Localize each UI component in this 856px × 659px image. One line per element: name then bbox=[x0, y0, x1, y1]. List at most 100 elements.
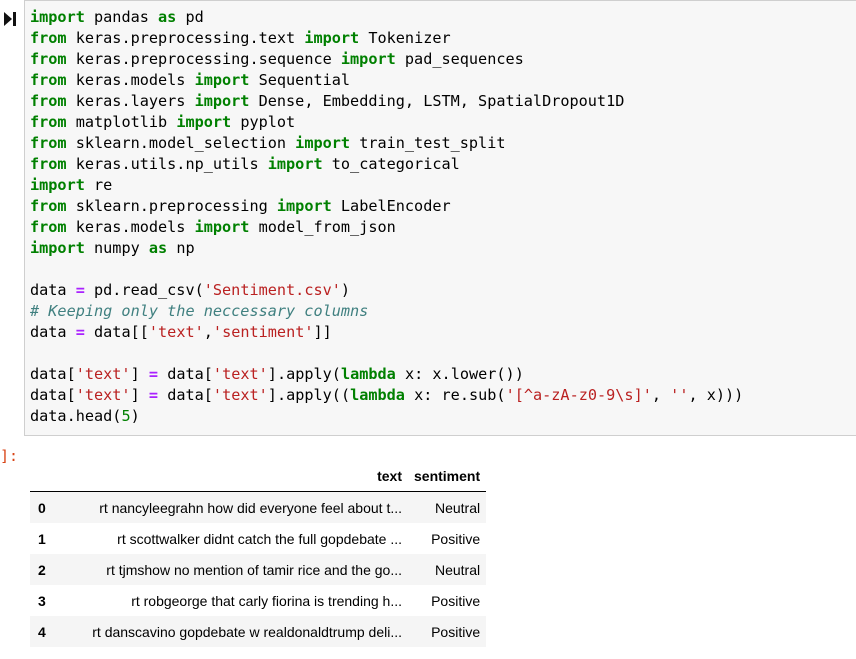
output-prompt: ]: bbox=[0, 447, 19, 465]
code-token: data[ bbox=[158, 386, 213, 404]
table-header-row: text sentiment bbox=[30, 461, 487, 492]
code-token: lambda bbox=[350, 386, 405, 404]
code-token: import bbox=[30, 176, 85, 194]
code-line: import re bbox=[30, 175, 856, 196]
code-cell[interactable]: import pandas as pd from keras.preprocess… bbox=[24, 0, 856, 436]
row-index: 2 bbox=[38, 561, 46, 578]
code-line: data.head(5) bbox=[30, 406, 856, 427]
code-token: = bbox=[148, 365, 159, 383]
code-token: data[ bbox=[30, 386, 76, 404]
code-token: matplotlib bbox=[66, 113, 177, 131]
code-token: as bbox=[158, 8, 177, 26]
code-token: re bbox=[84, 176, 113, 194]
code-line: from matplotlib import pyplot bbox=[30, 112, 856, 133]
code-editor[interactable]: import pandas as pd from keras.preprocess… bbox=[25, 1, 856, 427]
code-token: # Keeping only the neccessary columns bbox=[30, 302, 369, 320]
code-token: keras.layers bbox=[66, 92, 195, 110]
table-row: 0 rt nancyleegrahn how did everyone feel… bbox=[30, 491, 487, 523]
code-token: 'text' bbox=[75, 386, 131, 404]
code-token: '[^a-zA-z0-9\s]' bbox=[505, 386, 652, 404]
code-token: import bbox=[295, 134, 351, 152]
column-header-sentiment: sentiment bbox=[414, 468, 481, 484]
cell-text: rt tjmshow no mention of tamir rice and … bbox=[106, 561, 402, 578]
code-token: import bbox=[267, 155, 323, 173]
code-line: data['text'] = data['text'].apply(lambda… bbox=[30, 364, 856, 385]
code-line: from sklearn.preprocessing import LabelE… bbox=[30, 196, 856, 217]
code-token: pd.read_csv( bbox=[84, 281, 204, 299]
code-line: from keras.layers import Dense, Embeddin… bbox=[30, 91, 856, 112]
code-token: from bbox=[30, 113, 67, 131]
run-cell-button[interactable] bbox=[2, 10, 18, 28]
code-token: import bbox=[194, 71, 250, 89]
code-token: ]] bbox=[313, 323, 332, 341]
column-header-text: text bbox=[377, 468, 402, 484]
dataframe-output: text sentiment 0 rt nancyleegrahn how di… bbox=[30, 461, 487, 647]
index-header bbox=[30, 461, 66, 492]
code-token: data[[ bbox=[84, 323, 149, 341]
row-index: 4 bbox=[38, 623, 46, 640]
code-token: numpy bbox=[84, 239, 149, 257]
code-token: keras.preprocessing.sequence bbox=[66, 50, 341, 68]
code-token: 'text' bbox=[212, 386, 268, 404]
code-line: data = data[['text','sentiment']] bbox=[30, 322, 856, 343]
code-token: 'sentiment' bbox=[212, 323, 314, 341]
code-token: from bbox=[30, 218, 67, 236]
code-token: Sequential bbox=[249, 71, 351, 89]
run-cell-icon bbox=[4, 12, 16, 26]
code-token: np bbox=[167, 239, 195, 257]
code-line: from keras.utils.np_utils import to_cate… bbox=[30, 154, 856, 175]
table-row: 2 rt tjmshow no mention of tamir rice an… bbox=[30, 554, 487, 585]
code-token: ].apply(( bbox=[267, 386, 351, 404]
code-token: = bbox=[75, 323, 85, 341]
code-token: from bbox=[30, 197, 67, 215]
code-token: to_categorical bbox=[322, 155, 460, 173]
row-index: 1 bbox=[38, 530, 46, 547]
code-token: LabelEncoder bbox=[331, 197, 451, 215]
code-token: data bbox=[30, 281, 76, 299]
code-token: 'Sentiment.csv' bbox=[203, 281, 341, 299]
code-token: import bbox=[276, 197, 332, 215]
code-token: ) bbox=[340, 281, 351, 299]
cell-sentiment: Neutral bbox=[434, 561, 481, 578]
code-token: , bbox=[651, 386, 671, 404]
cell-text: rt nancyleegrahn how did everyone feel a… bbox=[99, 499, 402, 516]
cell-sentiment: Positive bbox=[431, 592, 481, 609]
code-token: train_test_split bbox=[350, 134, 506, 152]
code-token: sklearn.preprocessing bbox=[66, 197, 277, 215]
code-token: ) bbox=[130, 407, 140, 425]
code-token: model_from_json bbox=[249, 218, 396, 236]
code-token: keras.models bbox=[66, 71, 195, 89]
code-token: from bbox=[30, 50, 67, 68]
code-token: Tokenizer bbox=[359, 29, 451, 47]
code-line: # Keeping only the neccessary columns bbox=[30, 301, 856, 322]
cell-sentiment: Positive bbox=[431, 623, 481, 640]
code-line: import numpy as np bbox=[30, 238, 856, 259]
code-token: Dense, Embedding, LSTM, SpatialDropout1D bbox=[249, 92, 625, 110]
cell-text: rt scottwalker didnt catch the full gopd… bbox=[117, 530, 402, 547]
code-token: import bbox=[194, 218, 250, 236]
code-line: from keras.models import Sequential bbox=[30, 70, 856, 91]
code-token: import bbox=[194, 92, 250, 110]
code-token: 'text' bbox=[75, 365, 131, 383]
code-token: keras.preprocessing.text bbox=[66, 29, 305, 47]
code-line: from keras.preprocessing.sequence import… bbox=[30, 49, 856, 70]
code-token: = bbox=[75, 281, 85, 299]
code-token: , bbox=[203, 323, 213, 341]
code-line: from sklearn.model_selection import trai… bbox=[30, 133, 856, 154]
code-token: pandas bbox=[84, 8, 159, 26]
code-token: data[ bbox=[30, 365, 76, 383]
code-token: from bbox=[30, 71, 67, 89]
code-token: 5 bbox=[121, 407, 131, 425]
code-token: import bbox=[30, 239, 85, 257]
code-token: ] bbox=[130, 386, 149, 404]
code-token: from bbox=[30, 92, 67, 110]
code-token: data bbox=[30, 323, 76, 341]
code-token: import bbox=[340, 50, 396, 68]
code-token: import bbox=[176, 113, 232, 131]
cell-sentiment: Positive bbox=[431, 530, 481, 547]
code-token: keras.utils.np_utils bbox=[66, 155, 268, 173]
code-token: import bbox=[30, 8, 85, 26]
code-token: 'text' bbox=[148, 323, 204, 341]
code-line: data = pd.read_csv('Sentiment.csv') bbox=[30, 280, 856, 301]
